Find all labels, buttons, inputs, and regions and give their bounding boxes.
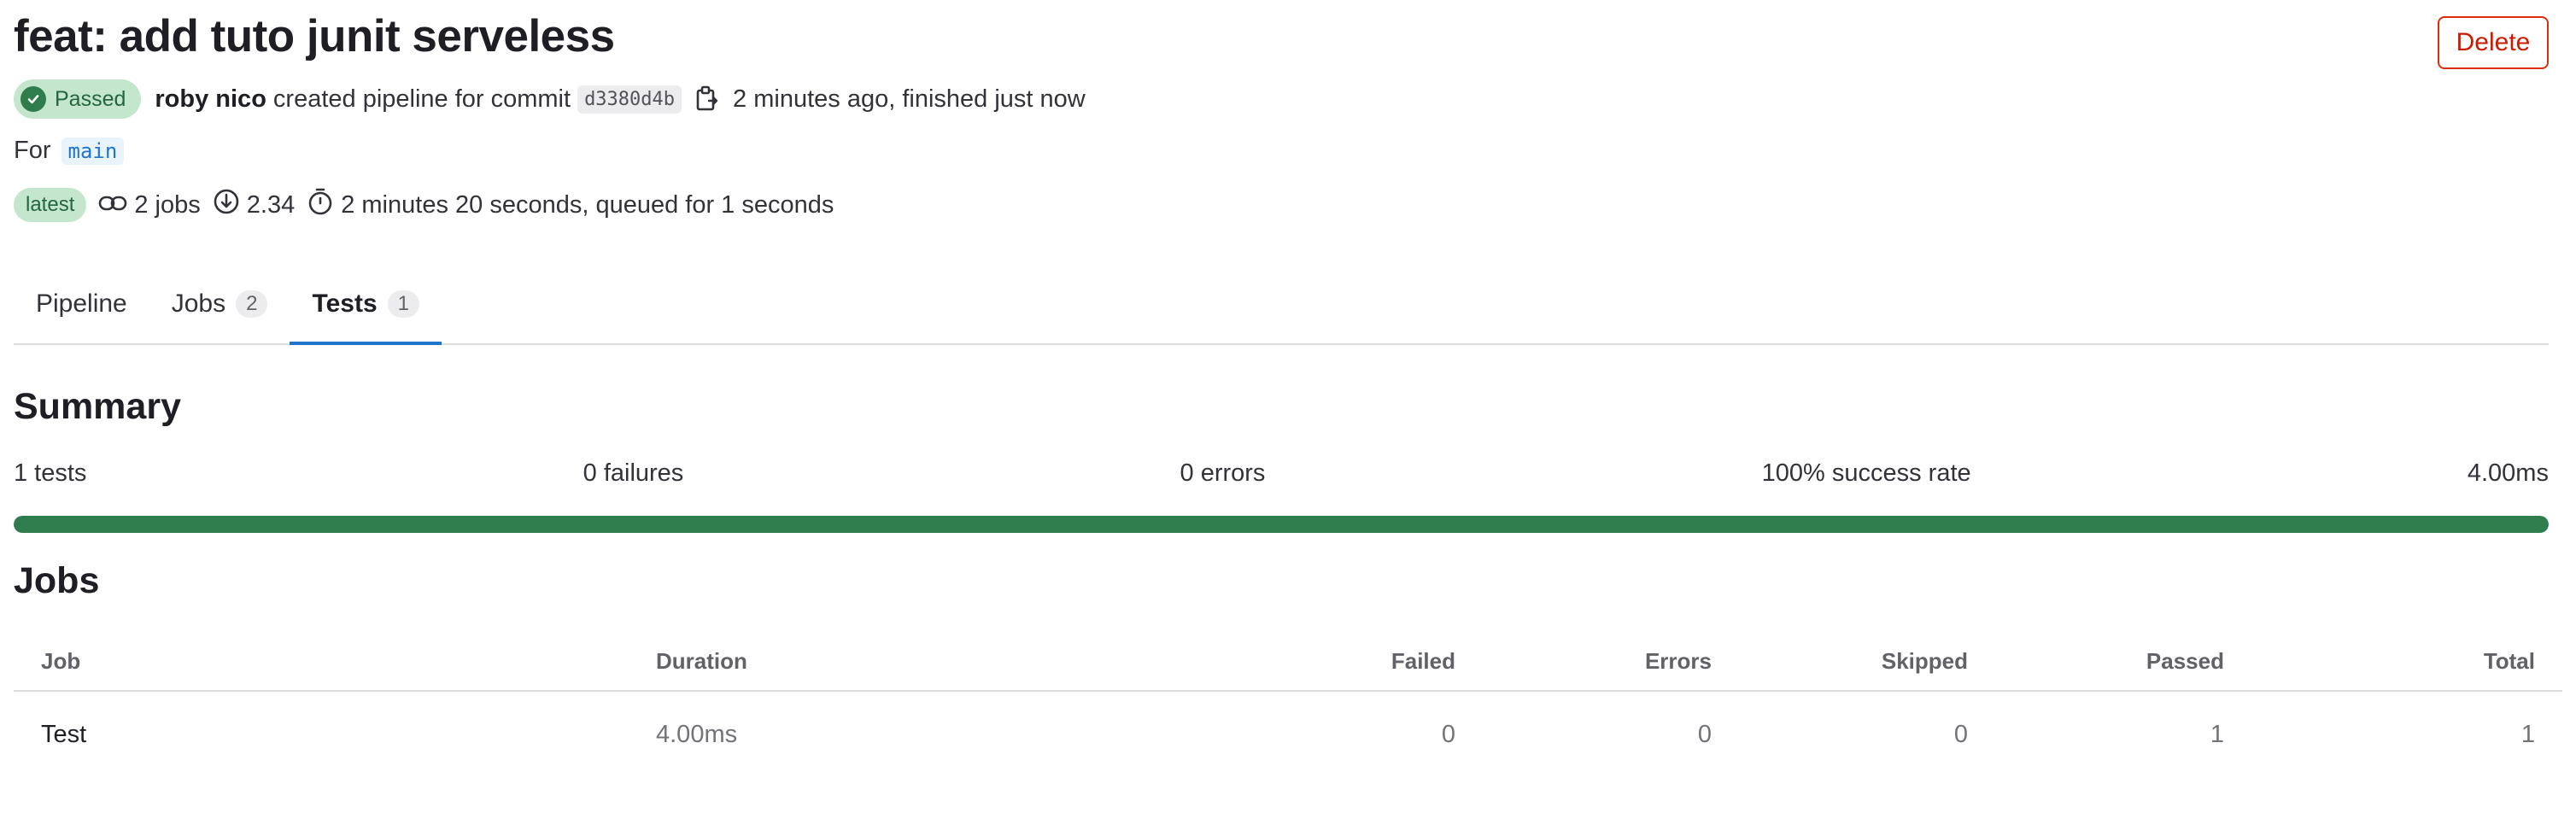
jobs-count: 2 jobs	[98, 190, 201, 219]
compute-icon	[213, 188, 240, 222]
pipeline-meta: Passed roby nico created pipeline for co…	[14, 79, 1086, 120]
summary-tests: 1 tests	[14, 459, 87, 487]
tab-pipeline[interactable]: Pipeline	[14, 265, 149, 343]
column-header-failed: Failed	[1227, 632, 1483, 692]
latest-badge: latest	[14, 188, 87, 222]
summary-errors: 0 errors	[1180, 459, 1266, 487]
tab-label: Jobs	[171, 290, 226, 318]
job-passed: 1	[2210, 720, 2224, 748]
copy-icon[interactable]	[695, 85, 719, 113]
ref-row: For main	[14, 137, 125, 165]
branch-link[interactable]: main	[61, 137, 125, 165]
delete-button[interactable]: Delete	[2438, 16, 2549, 69]
job-name[interactable]: Test	[14, 691, 629, 777]
tab-label: Pipeline	[36, 290, 127, 318]
status-label: Passed	[55, 86, 126, 111]
pipeline-page: feat: add tuto junit serveless Delete Pa…	[0, 0, 2562, 813]
summary-success-rate: 100% success rate	[1761, 459, 1971, 487]
jobs-count-text: 2 jobs	[134, 190, 201, 219]
jobs-table: Job Duration Failed Errors Skipped Passe…	[14, 632, 2562, 777]
progress-fill	[14, 516, 2549, 533]
job-total: 1	[2520, 720, 2535, 748]
timer-icon	[307, 187, 334, 223]
summary-title: Summary	[14, 386, 181, 427]
tab-count: 2	[236, 290, 268, 318]
pipeline-tabs: Pipeline Jobs 2 Tests 1	[14, 265, 2549, 345]
tab-count: 1	[387, 290, 419, 318]
link-icon	[98, 191, 127, 219]
commit-sha[interactable]: d3380d4b	[577, 85, 682, 114]
column-header-duration: Duration	[629, 632, 1227, 692]
summary-failures: 0 failures	[583, 459, 684, 487]
action-text: created pipeline for commit	[272, 85, 571, 113]
pipeline-time: 2 minutes ago, finished just now	[733, 85, 1086, 113]
column-header-job: Job	[14, 632, 629, 692]
author-link[interactable]: roby nico	[155, 85, 266, 114]
column-header-total: Total	[2251, 632, 2562, 692]
duration-text: 2 minutes 20 seconds, queued for 1 secon…	[341, 190, 834, 219]
tab-tests[interactable]: Tests 1	[290, 265, 442, 345]
tab-label: Tests	[312, 290, 378, 318]
success-progress-bar	[14, 516, 2549, 533]
status-badge[interactable]: Passed	[14, 79, 142, 119]
job-errors: 0	[1697, 720, 1712, 748]
summary-duration: 4.00ms	[2467, 459, 2549, 487]
job-skipped: 0	[1953, 720, 1968, 748]
job-duration: 4.00ms	[656, 720, 738, 748]
page-title: feat: add tuto junit serveless	[14, 11, 615, 61]
column-header-passed: Passed	[1995, 632, 2251, 692]
ref-prefix: For	[14, 137, 51, 164]
check-circle-icon	[20, 86, 46, 112]
table-row[interactable]: Test 4.00ms 0 0 0 1 1	[14, 691, 2562, 777]
column-header-skipped: Skipped	[1739, 632, 1995, 692]
job-failed: 0	[1441, 720, 1455, 748]
duration: 2 minutes 20 seconds, queued for 1 secon…	[307, 187, 834, 223]
pipeline-info: latest 2 jobs 2.34 2 minutes 20 seconds,…	[14, 186, 834, 224]
compute-value: 2.34	[246, 190, 296, 219]
summary-stats: 1 tests 0 failures 0 errors 100% success…	[14, 459, 2549, 488]
column-header-errors: Errors	[1483, 632, 1739, 692]
jobs-title: Jobs	[14, 560, 100, 601]
compute-usage: 2.34	[213, 188, 295, 222]
table-header-row: Job Duration Failed Errors Skipped Passe…	[14, 632, 2562, 692]
tab-jobs[interactable]: Jobs 2	[149, 265, 290, 343]
